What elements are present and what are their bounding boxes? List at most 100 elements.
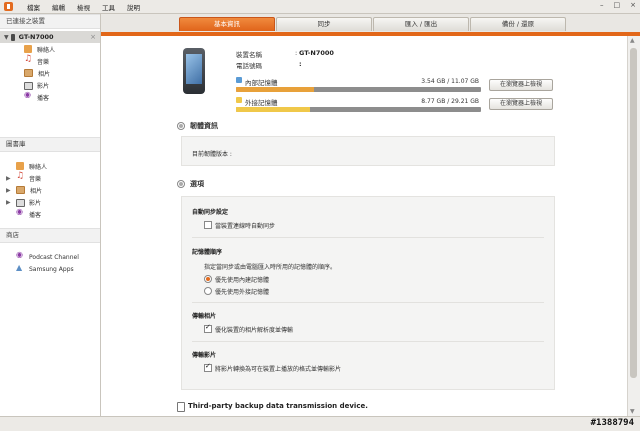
internal-memory-size: 3.54 GB / 11.07 GB [421, 78, 479, 85]
options-section-title[interactable]: 選項 [177, 179, 204, 189]
backup-device-icon [177, 402, 185, 412]
external-memory-icon [236, 97, 242, 103]
section-toggle-icon[interactable] [177, 180, 185, 188]
menu-view[interactable]: 檢視 [77, 2, 90, 12]
section-toggle-icon[interactable] [177, 122, 185, 130]
store-header: 商店 [0, 228, 100, 243]
music-icon [16, 171, 24, 182]
video-convert-label: 將影片轉換為可在裝置上播放的格式並傳輸影片 [215, 366, 342, 373]
phone-number-label: 電話號碼 [236, 62, 262, 70]
internal-memory-icon [236, 77, 242, 83]
tab-basic-info[interactable]: 基本資訊 [179, 17, 275, 31]
device-videos[interactable]: 影片 [0, 79, 100, 91]
scroll-down-icon[interactable]: ▼ [630, 408, 635, 415]
memory-order-desc: 指定當同步或由電腦匯入時所用的記憶體的順序。 [204, 264, 337, 271]
library-photos[interactable]: ▶ 相片 [0, 184, 100, 196]
expand-arrow-icon[interactable]: ▶ [6, 199, 13, 206]
scroll-thumb[interactable] [630, 48, 637, 378]
phone-number-colon: : [299, 60, 302, 68]
internal-first-radio[interactable] [204, 275, 212, 283]
disconnect-icon[interactable]: × [90, 33, 96, 41]
photo-optimize-label: 優化裝置的相片解析度並傳輸 [215, 327, 294, 334]
device-name: GT-N7000 [18, 33, 54, 41]
device-podcasts[interactable]: 播客 [0, 90, 100, 103]
podcast-icon [16, 250, 24, 261]
main-content: 裝置名稱 GT-N7000 電話號碼 : : 內部記憶體 3.54 GB / 1… [101, 36, 627, 416]
library-videos[interactable]: ▶ 影片 [0, 196, 100, 208]
autosync-checkbox[interactable] [204, 221, 212, 229]
photo-icon [24, 69, 33, 77]
divider [192, 302, 544, 303]
video-icon [16, 198, 25, 207]
music-icon [24, 54, 32, 65]
divider [192, 341, 544, 342]
external-first-label: 優先使用外接記憶體 [215, 289, 270, 296]
store-podcast-channel[interactable]: Podcast Channel [0, 250, 100, 263]
sidebar: 已連接之裝置 ▼ GT-N7000 × 聯絡人 音樂 相片 影片 播客 圖書庫 … [0, 14, 101, 416]
divider [192, 237, 544, 238]
autosync-header: 自動同步設定 [192, 209, 229, 216]
options-panel: 自動同步設定 當裝置連線時自動同步 記憶體順序 指定當同步或由電腦匯入時所用的記… [181, 196, 555, 390]
expand-arrow-icon[interactable]: ▶ [6, 187, 13, 194]
device-music[interactable]: 音樂 [0, 54, 100, 67]
autosync-label: 當裝置連線時自動同步 [215, 223, 276, 230]
tab-import-export[interactable]: 匯入 / 匯出 [373, 17, 469, 31]
video-icon [24, 81, 33, 90]
menu-help[interactable]: 說明 [127, 2, 140, 12]
device-item[interactable]: ▼ GT-N7000 × [0, 31, 100, 43]
status-bar: #1388794 [0, 416, 640, 431]
contacts-icon [16, 162, 24, 170]
collapse-arrow-icon[interactable]: ▼ [4, 34, 9, 41]
library-header: 圖書庫 [0, 137, 100, 152]
store-samsung-apps[interactable]: Samsung Apps [0, 263, 100, 275]
watermark: #1388794 [590, 418, 634, 428]
library-contacts[interactable]: 聯絡人 [0, 160, 100, 172]
video-transfer-header: 傳輸影片 [192, 352, 217, 359]
internal-memory-label: 內部記憶體 [245, 79, 278, 87]
podcast-icon [16, 207, 24, 218]
library-podcasts[interactable]: 播客 [0, 207, 100, 220]
photo-transfer-header: 傳輸相片 [192, 313, 217, 320]
external-first-radio[interactable] [204, 287, 212, 295]
backup-device-text[interactable]: Third-party backup data transmission dev… [188, 402, 368, 410]
phone-icon [10, 33, 15, 41]
device-image [183, 48, 205, 94]
video-convert-checkbox[interactable] [204, 362, 212, 372]
internal-memory-bar [236, 87, 481, 92]
firmware-current-label: 目前韌體版本 : [192, 151, 232, 158]
tab-bar: 基本資訊 同步 匯入 / 匯出 備份 / 還原 [101, 14, 640, 36]
menu-tools[interactable]: 工具 [102, 2, 115, 12]
window-controls: – □ × [600, 1, 636, 9]
memory-order-header: 記憶體順序 [192, 249, 223, 256]
vertical-scrollbar[interactable]: ▲ ▼ [627, 36, 640, 416]
podcast-icon [24, 90, 32, 101]
library-music[interactable]: ▶音樂 [0, 171, 100, 184]
connected-devices-header: 已連接之裝置 [0, 14, 100, 29]
internal-first-label: 優先使用內建記憶體 [215, 277, 270, 284]
device-name-label: 裝置名稱 [236, 51, 262, 59]
browse-external-button[interactable]: 在瀏覽器上檢視 [489, 98, 553, 110]
tab-backup-restore[interactable]: 備份 / 還原 [470, 17, 566, 31]
device-name-colon: : [295, 49, 298, 57]
scroll-up-icon[interactable]: ▲ [630, 37, 635, 44]
menu-file[interactable]: 檔案 [27, 2, 40, 12]
external-memory-size: 8.77 GB / 29.21 GB [421, 98, 479, 105]
photo-optimize-checkbox[interactable] [204, 323, 212, 333]
browse-internal-button[interactable]: 在瀏覽器上檢視 [489, 79, 553, 91]
menu-edit[interactable]: 編輯 [52, 2, 65, 12]
photo-icon [16, 186, 25, 194]
device-photos[interactable]: 相片 [0, 67, 100, 79]
contacts-icon [24, 45, 32, 53]
device-contacts[interactable]: 聯絡人 [0, 43, 100, 55]
external-memory-fill [236, 107, 310, 112]
device-name-value: GT-N7000 [299, 49, 334, 57]
firmware-panel: 目前韌體版本 : [181, 136, 555, 166]
firmware-section-title[interactable]: 韌體資訊 [177, 121, 218, 131]
expand-arrow-icon[interactable]: ▶ [6, 175, 13, 182]
menu-bar: 檔案 編輯 檢視 工具 說明 – □ × [0, 0, 640, 14]
maximize-button[interactable]: □ [614, 1, 621, 9]
external-memory-label: 外接記憶體 [245, 99, 278, 107]
tab-sync[interactable]: 同步 [276, 17, 372, 31]
minimize-button[interactable]: – [600, 1, 604, 9]
close-window-button[interactable]: × [630, 1, 636, 9]
